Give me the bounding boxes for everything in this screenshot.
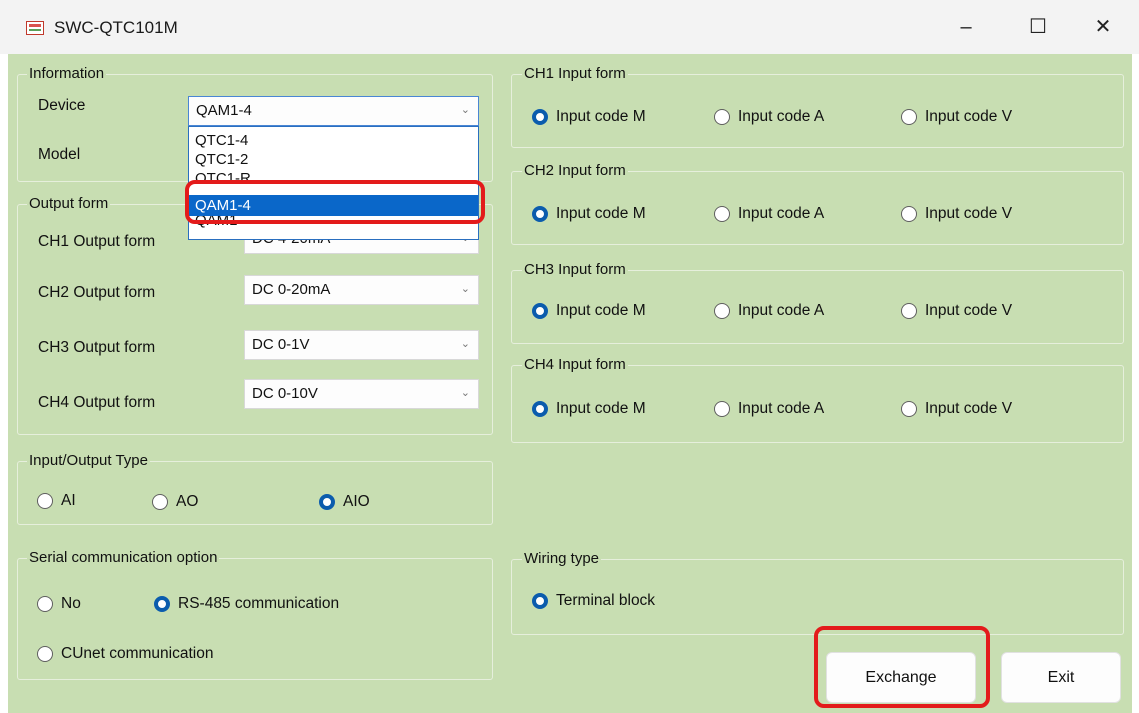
radio-unchecked-icon: [152, 494, 168, 510]
app-icon: [26, 21, 44, 35]
io-type-ao-radio[interactable]: AO: [152, 490, 198, 514]
chevron-down-icon: ⌄: [460, 104, 470, 116]
ch4-input-code-a-radio[interactable]: Input code A: [714, 397, 824, 421]
serial-no-radio[interactable]: No: [37, 592, 81, 616]
ch2-input-code-m-radio[interactable]: Input code M: [532, 202, 646, 226]
ch1-input-code-v-radio[interactable]: Input code V: [901, 105, 1012, 129]
model-label: Model: [38, 146, 81, 163]
io-type-aio-label: AIO: [343, 493, 370, 510]
serial-cunet-radio[interactable]: CUnet communication: [37, 642, 213, 666]
radio-unchecked-icon: [901, 401, 917, 417]
ch4-output-select[interactable]: DC 0-10V ⌄: [244, 379, 479, 409]
dropdown-option-qtc1-2[interactable]: QTC1-2: [189, 149, 478, 170]
minimize-button[interactable]: –: [946, 12, 986, 42]
ch4-input-group-label: CH4 Input form: [522, 356, 628, 373]
ch4-input-code-v-radio[interactable]: Input code V: [901, 397, 1012, 421]
ch3-input-code-a-radio[interactable]: Input code A: [714, 299, 824, 323]
dialog-body: Information Device QAM1-4 ⌄ Model Output…: [8, 54, 1132, 713]
radio-unchecked-icon: [37, 493, 53, 509]
device-select[interactable]: QAM1-4 ⌄: [188, 96, 479, 126]
radio-unchecked-icon: [37, 646, 53, 662]
title-bar: SWC-QTC101M – ☐ ✕: [0, 0, 1139, 54]
ch3-output-value: DC 0-1V: [252, 336, 310, 353]
ch2-input-code-a-label: Input code A: [738, 205, 825, 222]
radio-unchecked-icon: [714, 401, 730, 417]
radio-checked-icon: [532, 593, 548, 609]
radio-checked-icon: [154, 596, 170, 612]
radio-unchecked-icon: [901, 303, 917, 319]
ch1-input-code-v-label: Input code V: [925, 108, 1013, 125]
ch3-output-label: CH3 Output form: [38, 339, 156, 356]
serial-rs485-label: RS-485 communication: [178, 595, 340, 612]
ch1-input-group-label: CH1 Input form: [522, 65, 628, 82]
wiring-type-group-label: Wiring type: [522, 550, 602, 567]
ch2-input-code-a-radio[interactable]: Input code A: [714, 202, 824, 226]
radio-checked-icon: [532, 303, 548, 319]
exit-button[interactable]: Exit: [1001, 652, 1121, 703]
ch2-input-code-m-label: Input code M: [556, 205, 646, 222]
ch1-output-label: CH1 Output form: [38, 233, 156, 250]
dropdown-option-qtc1-4[interactable]: QTC1-4: [189, 130, 478, 151]
ch3-output-select[interactable]: DC 0-1V ⌄: [244, 330, 479, 360]
close-button[interactable]: ✕: [1083, 12, 1123, 42]
ch2-input-group-label: CH2 Input form: [522, 162, 628, 179]
wiring-terminal-block-radio[interactable]: Terminal block: [532, 589, 655, 613]
ch4-input-code-v-label: Input code V: [925, 400, 1013, 417]
chevron-down-icon: ⌄: [460, 283, 470, 295]
option-highlight-box: [185, 180, 485, 224]
ch4-input-code-m-label: Input code M: [556, 400, 646, 417]
io-type-ai-radio[interactable]: AI: [37, 489, 76, 513]
io-type-ai-label: AI: [61, 492, 76, 509]
ch2-output-select[interactable]: DC 0-20mA ⌄: [244, 275, 479, 305]
ch3-input-code-a-label: Input code A: [738, 302, 825, 319]
device-label: Device: [38, 97, 86, 114]
radio-checked-icon: [532, 206, 548, 222]
ch3-input-code-m-radio[interactable]: Input code M: [532, 299, 646, 323]
ch3-input-group-label: CH3 Input form: [522, 261, 628, 278]
radio-checked-icon: [319, 494, 335, 510]
radio-unchecked-icon: [714, 206, 730, 222]
io-type-group-label: Input/Output Type: [27, 452, 150, 469]
chevron-down-icon: ⌄: [460, 387, 470, 399]
io-type-ao-label: AO: [176, 493, 199, 510]
output-form-group-label: Output form: [27, 195, 111, 212]
io-type-group: [17, 461, 493, 525]
radio-unchecked-icon: [714, 303, 730, 319]
radio-unchecked-icon: [901, 206, 917, 222]
radio-unchecked-icon: [901, 109, 917, 125]
ch4-input-code-m-radio[interactable]: Input code M: [532, 397, 646, 421]
ch1-input-code-m-radio[interactable]: Input code M: [532, 105, 646, 129]
ch1-input-code-a-label: Input code A: [738, 108, 825, 125]
ch1-input-code-m-label: Input code M: [556, 108, 646, 125]
ch3-input-code-v-radio[interactable]: Input code V: [901, 299, 1012, 323]
maximize-button[interactable]: ☐: [1018, 12, 1058, 42]
ch2-output-label: CH2 Output form: [38, 284, 156, 301]
chevron-down-icon: ⌄: [460, 338, 470, 350]
information-group-label: Information: [27, 65, 107, 82]
ch2-output-value: DC 0-20mA: [252, 281, 331, 298]
ch1-input-code-a-radio[interactable]: Input code A: [714, 105, 824, 129]
device-select-value: QAM1-4: [196, 102, 252, 119]
ch4-output-value: DC 0-10V: [252, 385, 318, 402]
serial-no-label: No: [61, 595, 81, 612]
serial-cunet-label: CUnet communication: [61, 645, 214, 662]
ch4-input-code-a-label: Input code A: [738, 400, 825, 417]
ch2-input-code-v-label: Input code V: [925, 205, 1013, 222]
ch3-input-code-v-label: Input code V: [925, 302, 1013, 319]
ch2-input-code-v-radio[interactable]: Input code V: [901, 202, 1012, 226]
radio-checked-icon: [532, 109, 548, 125]
radio-unchecked-icon: [37, 596, 53, 612]
exchange-highlight-box: [814, 626, 990, 708]
window-title: SWC-QTC101M: [54, 18, 178, 37]
serial-group-label: Serial communication option: [27, 549, 220, 566]
serial-rs485-radio[interactable]: RS-485 communication: [154, 592, 339, 616]
wiring-terminal-block-label: Terminal block: [556, 592, 656, 609]
ch4-output-label: CH4 Output form: [38, 394, 156, 411]
ch3-input-code-m-label: Input code M: [556, 302, 646, 319]
radio-unchecked-icon: [714, 109, 730, 125]
io-type-aio-radio[interactable]: AIO: [319, 490, 370, 514]
radio-checked-icon: [532, 401, 548, 417]
